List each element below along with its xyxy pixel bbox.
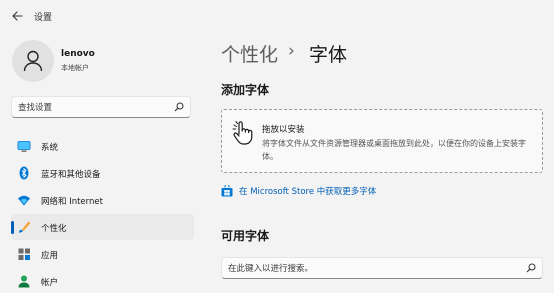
- title-bar: 设置: [0, 0, 554, 32]
- drop-zone-title: 拖放以安装: [262, 125, 305, 135]
- sidebar-item-bluetooth[interactable]: 蓝牙和其他设备: [11, 160, 194, 186]
- add-fonts-heading: 添加字体: [221, 83, 270, 97]
- app-title: 设置: [34, 13, 53, 23]
- bluetooth-icon: [19, 166, 29, 180]
- microsoft-store-icon: [221, 185, 233, 197]
- back-button[interactable]: [8, 8, 26, 26]
- active-indicator: [11, 221, 14, 234]
- sidebar-item-apps[interactable]: 应用: [11, 241, 194, 267]
- sidebar-item-system[interactable]: 系统: [11, 133, 194, 159]
- settings-search-box[interactable]: [11, 96, 191, 118]
- sidebar-item-label: 帐户: [41, 278, 59, 288]
- drop-zone-description: 将字体文件从文件资源管理器或桌面拖放到此处，以便在你的设备上安装字体。: [262, 139, 526, 161]
- breadcrumb-separator: ›: [288, 41, 295, 61]
- apps-icon: [18, 248, 30, 260]
- sidebar-item-label: 系统: [41, 143, 59, 153]
- brush-icon: [18, 221, 31, 233]
- sidebar-item-personalization[interactable]: 个性化: [11, 214, 194, 240]
- account-type: 本地帐户: [61, 64, 89, 72]
- available-fonts-heading: 可用字体: [221, 229, 270, 243]
- breadcrumb-parent[interactable]: 个性化: [221, 40, 278, 67]
- sidebar-item-label: 蓝牙和其他设备: [41, 170, 101, 180]
- page-title: 字体: [309, 44, 348, 66]
- avatar[interactable]: [12, 40, 54, 82]
- hand-pointer-icon: [232, 121, 253, 145]
- sidebar-item-label: 应用: [41, 251, 59, 261]
- sidebar-item-accounts[interactable]: 帐户: [11, 268, 194, 293]
- search-icon[interactable]: [526, 263, 536, 273]
- sidebar-item-label: 网络和 Internet: [41, 197, 103, 207]
- monitor-icon: [17, 141, 31, 152]
- sidebar-item-network[interactable]: 网络和 Internet: [11, 187, 194, 213]
- store-link-text[interactable]: 在 Microsoft Store 中获取更多字体: [239, 185, 376, 197]
- search-icon[interactable]: [174, 102, 184, 112]
- font-search-input[interactable]: [228, 262, 508, 275]
- account-icon: [18, 275, 30, 288]
- wifi-icon: [18, 195, 30, 206]
- back-arrow-icon: [11, 10, 23, 24]
- font-drop-zone[interactable]: 拖放以安装 将字体文件从文件资源管理器或桌面拖放到此处，以便在你的设备上安装字体…: [221, 109, 543, 173]
- sidebar-item-label: 个性化: [41, 224, 67, 234]
- user-name: lenovo: [61, 49, 95, 59]
- person-icon: [23, 50, 43, 72]
- settings-search-input[interactable]: [18, 101, 168, 114]
- font-search-box[interactable]: [221, 257, 543, 279]
